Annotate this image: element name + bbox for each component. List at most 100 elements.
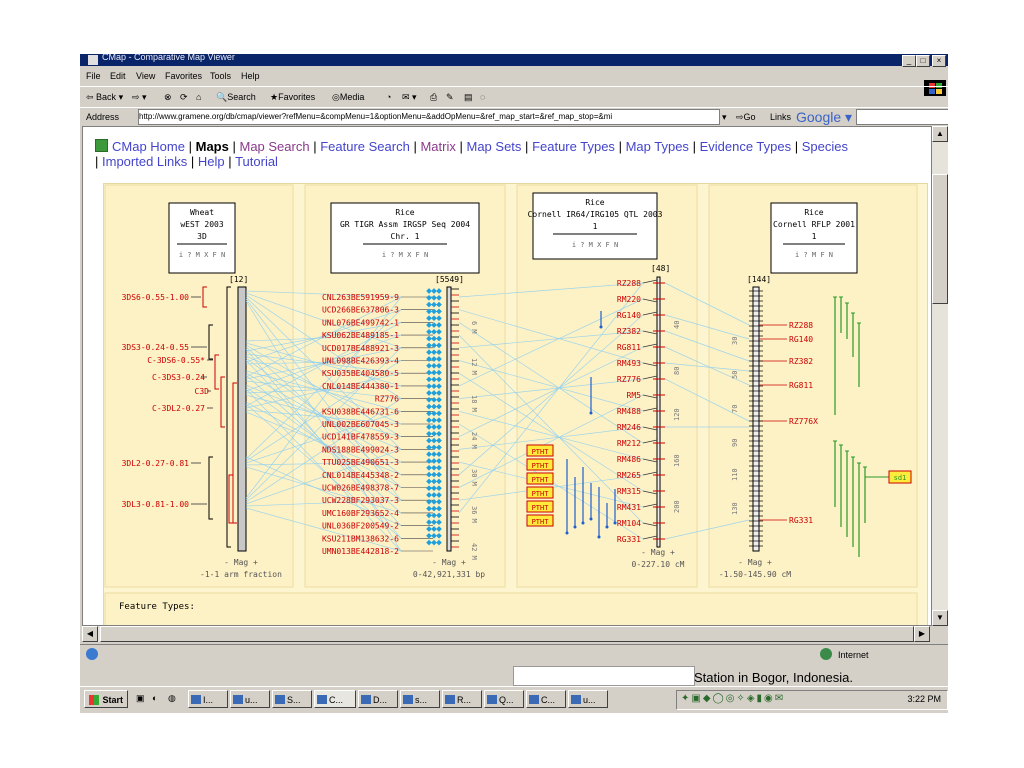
address-dropdown-icon[interactable]: ▾ [722, 112, 727, 123]
horizontal-scroll-thumb[interactable] [100, 626, 914, 642]
mag-control-rice-seq[interactable]: - Mag + [432, 558, 466, 567]
qtl-feature-label[interactable]: RM431 [617, 503, 641, 512]
wheat-feature-label[interactable]: 3DL2-0.27-0.81 [122, 459, 190, 468]
seq-feature-label[interactable]: CNL014BE445348-2 [322, 471, 399, 480]
seq-feature-label[interactable]: NDS188BE499024-3 [322, 445, 399, 454]
qtl-ptht-label[interactable]: PTHT [532, 462, 550, 470]
search-button[interactable]: 🔍Search [216, 92, 256, 103]
map-buttons[interactable]: i ? M X F N [179, 251, 225, 259]
seq-feature-label[interactable]: UCD141BF478559-3 [322, 433, 399, 442]
map-buttons[interactable]: i ? M X F N [572, 241, 618, 249]
address-field[interactable]: http://www.gramene.org/db/cmap/viewer?re… [138, 109, 720, 125]
wheat-feature-label[interactable]: C3D [195, 387, 210, 396]
qtl-feature-label[interactable]: RZ288 [617, 279, 641, 288]
seq-feature-label[interactable]: KSU038BE446731-6 [322, 407, 399, 416]
qtl-feature-label[interactable]: RZ382 [617, 327, 641, 336]
menu-help[interactable]: Help [241, 71, 260, 81]
qtl-ptht-label[interactable]: PTHT [532, 518, 550, 526]
start-button[interactable]: Start [84, 690, 128, 708]
wheat-feature-label[interactable]: 3DS6-0.55-1.00 [122, 293, 190, 302]
taskbar-button[interactable]: R... [442, 690, 482, 708]
scroll-right-button[interactable]: ▶ [914, 626, 930, 642]
qtl-feature-label[interactable]: RM488 [617, 407, 641, 416]
qtl-feature-label[interactable]: RZ776 [617, 375, 641, 384]
seq-feature-label[interactable]: UCW026BE498378-7 [322, 484, 399, 493]
qtl-feature-label[interactable]: RM212 [617, 439, 641, 448]
qtl-feature-label[interactable]: RM104 [617, 519, 641, 528]
seq-feature-label[interactable]: CNL014BE444380-1 [322, 382, 399, 391]
seq-feature-label[interactable]: TTU025BE490651-3 [322, 458, 399, 467]
wheat-feature-label[interactable]: C-3DL2-0.27 [152, 404, 205, 413]
forward-button[interactable]: ⇨ ▾ [132, 92, 147, 103]
qtl-feature-label[interactable]: RM315 [617, 487, 641, 496]
seq-feature-label[interactable]: UCD266BE637806-3 [322, 306, 399, 315]
links-label[interactable]: Links [770, 112, 791, 122]
menu-tools[interactable]: Tools [210, 71, 231, 81]
seq-feature-label[interactable]: UNL098BE426393-4 [322, 357, 399, 366]
vertical-scrollbar[interactable]: ▲ ▼ [932, 126, 948, 626]
print-icon[interactable]: ⎙ [430, 92, 437, 103]
quick-launch-outlook-icon[interactable]: ◍ [168, 693, 176, 704]
qtl-ptht-label[interactable]: PTHT [532, 448, 550, 456]
qtl-ptht-label[interactable]: PTHT [532, 490, 550, 498]
seq-feature-label[interactable]: KSU035BE404580-5 [322, 369, 399, 378]
menu-file[interactable]: File [86, 71, 101, 81]
qtl-feature-label[interactable]: RM265 [617, 471, 641, 480]
scroll-left-button[interactable]: ◀ [82, 626, 98, 642]
refresh-icon[interactable]: ⟳ [180, 92, 188, 103]
taskbar-button[interactable]: u... [230, 690, 270, 708]
sd1-label[interactable]: sd1 [894, 474, 907, 482]
taskbar-button[interactable]: Q... [484, 690, 524, 708]
seq-feature-label[interactable]: RZ776 [375, 395, 399, 404]
tray-icons[interactable]: ✦▣◆◯◎✧◈▮◉✉ [681, 693, 785, 704]
wheat-feature-label[interactable]: 3DL3-0.81-1.00 [122, 500, 190, 509]
media-button[interactable]: ◎Media [332, 92, 364, 103]
back-button[interactable]: ⇦ Back ▾ [86, 92, 123, 103]
qtl-feature-label[interactable]: RG811 [617, 343, 641, 352]
google-search-input[interactable] [856, 109, 948, 125]
qtl-ptht-label[interactable]: PTHT [532, 504, 550, 512]
rice-rflp-chromosome-bar[interactable] [752, 286, 760, 552]
history-icon[interactable]: ◔ [386, 92, 391, 102]
rflp-feature-label[interactable]: RG140 [789, 335, 813, 344]
seq-feature-label[interactable]: KSU211BM138632-6 [322, 534, 399, 543]
wheat-chromosome-bar[interactable] [237, 286, 247, 552]
stop-icon[interactable]: ⊗ [164, 92, 172, 103]
qtl-feature-label[interactable]: RM5 [627, 391, 642, 400]
menu-edit[interactable]: Edit [110, 71, 126, 81]
qtl-feature-label[interactable]: RM246 [617, 423, 641, 432]
map-title-wheat[interactable]: Wheat wEST 2003 3D i ? M X F N [168, 202, 236, 274]
taskbar-button[interactable]: I... [188, 690, 228, 708]
taskbar-button[interactable]: S... [272, 690, 312, 708]
wheat-feature-label[interactable]: C-3DS3-0.24 [152, 373, 205, 382]
seq-feature-label[interactable]: UNL002BE607045-3 [322, 420, 399, 429]
rflp-feature-label[interactable]: RG331 [789, 516, 813, 525]
seq-feature-label[interactable]: UCD017BE488921-3 [322, 344, 399, 353]
seq-feature-label[interactable]: UMC160BF293652-4 [322, 509, 399, 518]
rflp-feature-label[interactable]: RZ382 [789, 357, 813, 366]
scroll-down-button[interactable]: ▼ [932, 610, 948, 626]
rice-seq-chromosome-bar[interactable] [446, 286, 452, 552]
taskbar-button[interactable]: s... [400, 690, 440, 708]
menu-view[interactable]: View [136, 71, 155, 81]
close-button[interactable]: × [932, 55, 946, 67]
quick-launch-ie-icon[interactable]: ◐ [152, 693, 157, 703]
qtl-feature-label[interactable]: RG331 [617, 535, 641, 544]
seq-feature-label[interactable]: KSU062BE489185-1 [322, 331, 399, 340]
map-buttons[interactable]: i ? M X F N [382, 251, 428, 259]
taskbar-button[interactable]: u... [568, 690, 608, 708]
quick-launch-desktop-icon[interactable]: ▣ [136, 693, 145, 704]
seq-feature-label[interactable]: UNL076BE499742-1 [322, 318, 399, 327]
map-title-rice-qtl[interactable]: Rice Cornell IR64/IRG105 QTL 2003 1 i ? … [528, 192, 663, 260]
qtl-feature-label[interactable]: RG140 [617, 311, 641, 320]
seq-feature-label[interactable]: CNL263BE591959-9 [322, 293, 399, 302]
qtl-feature-label[interactable]: RM493 [617, 359, 641, 368]
seq-feature-label[interactable]: UMN013BE442818-2 [322, 547, 399, 556]
rflp-feature-label[interactable]: RZ288 [789, 321, 813, 330]
mag-control-rice-qtl[interactable]: - Mag + [641, 548, 675, 557]
horizontal-scrollbar[interactable]: ◀ ▶ [82, 626, 930, 642]
map-title-rice-rflp[interactable]: Rice Cornell RFLP 2001 1 i ? M F N [770, 202, 858, 274]
qtl-feature-label[interactable]: RM486 [617, 455, 641, 464]
go-button[interactable]: ⇨Go [736, 112, 756, 123]
scroll-up-button[interactable]: ▲ [932, 126, 948, 142]
